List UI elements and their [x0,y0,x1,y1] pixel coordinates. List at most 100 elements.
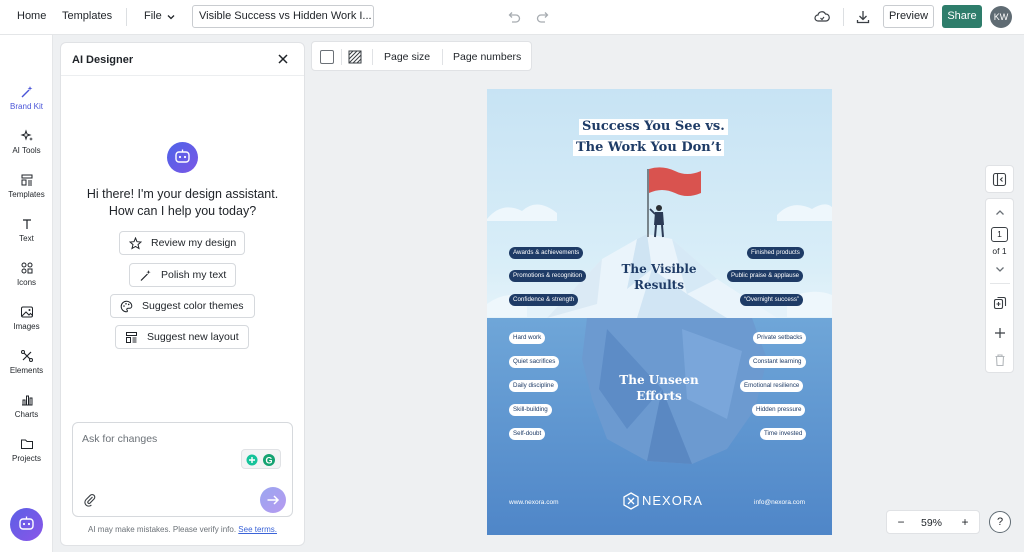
greeting-line: How can I help you today? [108,204,257,218]
visible-pill[interactable]: Awards & achievements [509,247,584,259]
suggestion-label: Review my design [151,237,237,249]
toggle-panel-button[interactable] [985,165,1014,193]
suggestion-new-layout[interactable]: Suggest new layout [115,325,249,349]
suggestion-color-themes[interactable]: Suggest color themes [110,294,255,318]
poster-title-line1[interactable]: Success You See vs. [579,119,728,135]
icons-icon [21,262,32,274]
page-size-button[interactable]: Page size [384,51,430,63]
unseen-pill[interactable]: Private setbacks [753,332,807,344]
send-button[interactable] [260,487,286,513]
text-icon [22,219,31,229]
transparency-icon[interactable] [348,50,362,64]
image-icon [20,306,33,318]
visible-pill[interactable]: “Overnight success” [740,294,804,306]
sidebar-toggle-icon [992,172,1007,187]
toolbar-divider [126,8,127,26]
unseen-pill[interactable]: Emotional resilience [740,380,804,392]
background-color-swatch[interactable] [320,50,334,64]
ai-assistant-button[interactable] [10,508,43,541]
magic-wand-icon [21,86,32,98]
rail-label: Images [13,322,40,331]
unseen-pill[interactable]: Constant learning [749,356,806,368]
unseen-pill[interactable]: Time invested [760,428,807,440]
duplicate-page-icon[interactable] [993,296,1007,310]
trash-icon[interactable] [993,353,1007,367]
rail-label: Projects [12,454,41,463]
unseen-pill[interactable]: Quiet sacrifices [509,356,560,368]
download-icon[interactable] [854,8,872,26]
chevron-down-icon[interactable] [166,12,176,22]
home-link[interactable]: Home [17,10,46,22]
templates-icon [21,174,32,186]
top-bar: Home Templates File Visible Success vs H… [0,0,1024,35]
zoom-value[interactable]: 59% [921,517,942,529]
unseen-pill[interactable]: Hidden pressure [752,404,806,416]
zoom-out-button[interactable]: − [893,515,909,529]
rail-item-templates[interactable]: Templates [0,173,53,199]
unseen-pill[interactable]: Hard work [509,332,546,344]
suggestion-review-design[interactable]: Review my design [119,231,245,255]
poster-website[interactable]: www.nexora.com [509,499,559,506]
redo-icon[interactable] [534,8,552,26]
templates-link[interactable]: Templates [62,10,112,22]
palette-icon [120,300,133,313]
cloud-sync-icon[interactable] [813,8,831,26]
close-icon[interactable] [276,52,290,66]
rail-label: Brand Kit [10,102,43,111]
current-page-indicator[interactable]: 1 [991,227,1008,242]
rail-item-elements[interactable]: Elements [0,349,53,375]
document-title-field[interactable]: Visible Success vs Hidden Work I... [192,5,374,28]
visible-pill[interactable]: Promotions & recognition [509,270,587,282]
preview-button[interactable]: Preview [883,5,934,28]
see-terms-link[interactable]: See terms. [238,525,277,534]
visible-pill[interactable]: Finished products [747,247,804,259]
page-numbers-button[interactable]: Page numbers [453,51,521,63]
rail-item-ai-tools[interactable]: AI Tools [0,129,53,155]
ask-placeholder: Ask for changes [82,433,158,445]
grammarly-widget[interactable]: G [241,449,281,469]
rail-label: Icons [16,278,37,287]
poster-canvas[interactable]: Success You See vs. The Work You Don’t T… [487,89,832,535]
ai-panel-header: AI Designer [61,43,304,76]
chevron-down-icon[interactable] [994,263,1006,275]
ai-assistant-avatar [167,142,198,173]
visible-results-heading[interactable]: The Visible Results [599,261,719,293]
unseen-pill[interactable]: Daily discipline [509,380,558,392]
visible-pill[interactable]: Public praise & applause [727,270,804,282]
rail-label: Templates [8,190,45,199]
rail-item-images[interactable]: Images [0,305,53,331]
ask-for-changes-input[interactable]: Ask for changes G [72,422,293,517]
file-menu[interactable]: File [144,10,162,22]
add-page-icon[interactable] [993,326,1007,340]
greeting-line: Hi there! I'm your design assistant. [86,187,279,201]
poster-email[interactable]: info@nexora.com [754,499,805,506]
unseen-efforts-heading[interactable]: The Unseen Efforts [599,372,719,404]
ai-bot-icon [19,516,34,530]
rail-item-text[interactable]: Text [0,217,53,243]
share-button[interactable]: Share [942,5,982,28]
unseen-pill[interactable]: Skill-building [509,404,552,416]
star-icon [129,237,142,250]
svg-text:G: G [265,456,272,466]
rail-item-charts[interactable]: Charts [0,393,53,419]
unseen-pill[interactable]: Self-doubt [509,428,546,440]
rail-item-icons[interactable]: Icons [0,261,53,287]
elements-icon [20,350,33,362]
zoom-control: − 59% + [886,510,980,534]
visible-pill[interactable]: Confidence & strength [509,294,579,306]
help-button[interactable]: ? [989,511,1011,533]
disclaimer-text: AI may make mistakes. Please verify info… [88,525,237,534]
paperclip-icon[interactable] [83,493,97,507]
user-avatar[interactable]: KW [990,6,1012,28]
rail-item-projects[interactable]: Projects [0,437,53,463]
magic-wand-icon [140,270,151,281]
chevron-up-icon[interactable] [994,207,1006,219]
suggestion-label: Polish my text [161,269,227,281]
zoom-in-button[interactable]: + [957,515,973,529]
undo-icon[interactable] [505,8,523,26]
ai-disclaimer: AI may make mistakes. Please verify info… [61,525,304,534]
rail-item-brand-kit[interactable]: Brand Kit [0,85,53,111]
poster-title-line2[interactable]: The Work You Don’t [573,140,725,156]
suggestion-polish-text[interactable]: Polish my text [129,263,236,287]
left-rail: Brand Kit AI Tools Templates Text Icons … [0,35,53,552]
